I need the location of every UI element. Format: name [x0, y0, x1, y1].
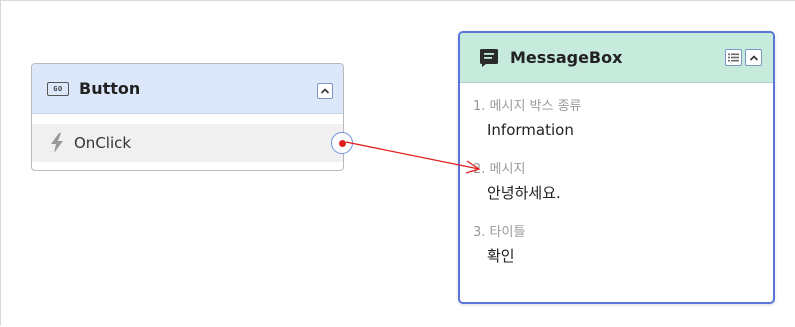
- button-node-collapse-button[interactable]: [317, 83, 333, 99]
- messagebox-node-title: MessageBox: [510, 48, 623, 67]
- event-row-onclick[interactable]: OnClick: [32, 124, 343, 162]
- property-value[interactable]: 안녕하세요.: [473, 180, 773, 206]
- button-node[interactable]: GO Button OnClick: [31, 63, 353, 171]
- messagebox-node[interactable]: MessageBox 1. 메시지 박스 종류 Information 2. 메…: [458, 31, 775, 304]
- port-dot: [338, 139, 346, 147]
- messagebox-header-tools: [725, 49, 762, 66]
- property-message-box-type[interactable]: 1. 메시지 박스 종류 Information: [473, 97, 773, 143]
- flow-canvas[interactable]: GO Button OnClick MessageBox 1. 메시지 박스 종…: [0, 0, 795, 326]
- button-node-title: Button: [79, 79, 141, 98]
- property-label: 3. 타이틀: [473, 225, 526, 240]
- property-value[interactable]: Information: [473, 117, 773, 143]
- messagebox-collapse-button[interactable]: [745, 49, 762, 66]
- property-list: 1. 메시지 박스 종류 Information 2. 메시지 안녕하세요. 3…: [460, 83, 773, 269]
- property-label: 2. 메시지: [473, 162, 526, 177]
- property-message[interactable]: 2. 메시지 안녕하세요.: [473, 160, 773, 206]
- list-view-button[interactable]: [725, 49, 742, 66]
- button-type-icon: GO: [47, 81, 69, 96]
- chevron-up-icon: [749, 54, 758, 61]
- list-icon: [728, 53, 739, 62]
- messagebox-node-header[interactable]: MessageBox: [460, 33, 773, 83]
- button-node-header[interactable]: GO Button: [32, 64, 343, 114]
- event-label: OnClick: [74, 134, 132, 152]
- message-icon: [480, 48, 498, 67]
- chevron-up-icon: [320, 88, 330, 94]
- output-port[interactable]: [331, 132, 353, 154]
- property-value[interactable]: 확인: [473, 243, 773, 269]
- property-title[interactable]: 3. 타이틀 확인: [473, 223, 773, 269]
- lightning-bolt-icon: [51, 133, 63, 153]
- property-label: 1. 메시지 박스 종류: [473, 99, 582, 114]
